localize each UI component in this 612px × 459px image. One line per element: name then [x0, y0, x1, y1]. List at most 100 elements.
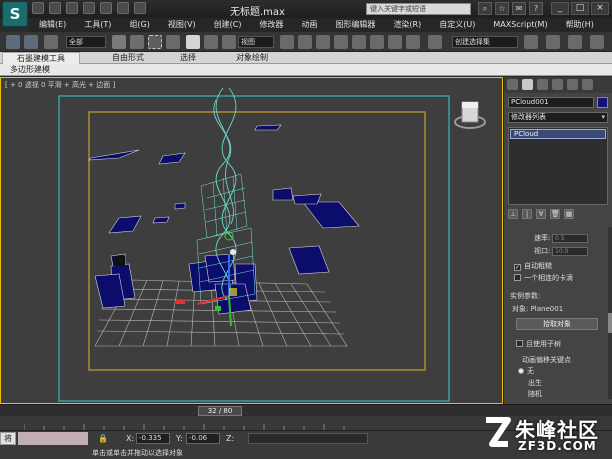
select-manipulate-icon[interactable] — [298, 35, 312, 49]
window-crossing-icon[interactable] — [166, 35, 180, 49]
rect-selection-icon[interactable] — [148, 35, 162, 49]
show-end-result-icon[interactable]: | — [522, 209, 532, 219]
maxscript-mini-listener[interactable] — [18, 432, 88, 445]
search-input[interactable]: 键入关键字或短语 — [366, 3, 471, 15]
link-icon[interactable] — [44, 35, 58, 49]
minimize-button[interactable]: _ — [551, 2, 569, 15]
pick-object-button[interactable]: 拾取对象 — [516, 318, 598, 330]
object-color-swatch[interactable] — [597, 97, 608, 108]
display-tab-icon[interactable] — [567, 79, 578, 90]
create-tab-icon[interactable] — [507, 79, 518, 90]
help-icon[interactable]: ? — [529, 2, 543, 15]
panel-scrollbar-thumb[interactable] — [608, 313, 612, 333]
select-scale-icon[interactable] — [222, 35, 236, 49]
communication-icon[interactable]: ✉ — [512, 2, 526, 15]
perspective-viewport[interactable]: [ + 0 透视 0 平滑 + 高光 + 边面 ] — [0, 77, 503, 404]
use-subtree-check-icon[interactable] — [516, 340, 523, 347]
menu-graph-editors[interactable]: 图形编辑器 — [326, 18, 384, 32]
menu-edit[interactable]: 编辑(E) — [30, 18, 75, 32]
radio-random[interactable]: 随机 — [528, 389, 542, 400]
panel-scrollbar[interactable] — [608, 227, 612, 399]
menu-animation[interactable]: 动画 — [292, 18, 326, 32]
coord-x-field[interactable]: -0.335 — [136, 433, 170, 444]
select-rotate-icon[interactable] — [204, 35, 218, 49]
tab-freeform[interactable]: 自由形式 — [112, 52, 144, 64]
tab-object-paint[interactable]: 对象绘制 — [236, 52, 268, 64]
auto-leaf-check-icon[interactable]: ✓ — [514, 264, 521, 271]
coord-z-field[interactable] — [248, 433, 368, 444]
select-object-icon[interactable] — [112, 35, 126, 49]
pivot-center-icon[interactable] — [280, 35, 294, 49]
menu-customize[interactable]: 自定义(U) — [430, 18, 484, 32]
menu-modifiers[interactable]: 修改器 — [250, 18, 292, 32]
menu-rendering[interactable]: 渲染(R) — [384, 18, 430, 32]
open-file-icon[interactable] — [49, 2, 61, 14]
configure-sets-icon[interactable]: ▦ — [564, 209, 574, 219]
named-selection-dropdown[interactable]: 创建选择集 — [452, 36, 518, 48]
percent-snap-icon[interactable] — [370, 35, 384, 49]
menu-views[interactable]: 视图(V) — [159, 18, 205, 32]
object-name-field[interactable]: PCloud001 — [508, 97, 594, 108]
undo-tool-icon[interactable] — [6, 35, 20, 49]
selection-filter-dropdown[interactable]: 全部 — [66, 36, 106, 48]
make-unique-icon[interactable]: ∀ — [536, 209, 546, 219]
edit-named-selection-icon[interactable] — [428, 35, 442, 49]
utilities-tab-icon[interactable] — [582, 79, 593, 90]
radio-none[interactable]: 无 — [518, 366, 534, 377]
mirror-icon[interactable] — [406, 35, 420, 49]
safe-frame-outer — [58, 95, 450, 402]
param-viewport-spinner[interactable]: 10.0 — [552, 247, 588, 256]
align-icon[interactable] — [524, 35, 538, 49]
coord-y-field[interactable]: -0.06 — [186, 433, 220, 444]
snaps-toggle-icon[interactable] — [334, 35, 348, 49]
menu-create[interactable]: 创建(C) — [205, 18, 251, 32]
use-subtree-checkbox[interactable]: 且使用子树 — [516, 339, 561, 350]
radio-birth[interactable]: 出生 — [528, 378, 542, 389]
modifier-list-dropdown[interactable]: 修改器列表 — [508, 112, 608, 123]
binoculars-icon[interactable]: ⌕ — [478, 2, 492, 15]
auto-leaf-checkbox[interactable]: ✓ 自动粗糙 — [514, 261, 552, 272]
tab-graphite-modeling[interactable]: 石墨建模工具 — [2, 52, 80, 64]
select-move-icon[interactable] — [186, 35, 200, 49]
remove-modifier-icon[interactable]: 🗑 — [550, 209, 560, 219]
angle-snap-icon[interactable] — [352, 35, 366, 49]
viewcube-icon[interactable] — [453, 100, 487, 134]
stack-item-pcloud[interactable]: PCloud — [510, 129, 606, 139]
workspace-icon[interactable] — [134, 2, 146, 14]
menu-help[interactable]: 帮助(H) — [557, 18, 603, 32]
undo-icon[interactable] — [83, 2, 95, 14]
viewport-label[interactable]: [ + 0 透视 0 平滑 + 高光 + 边面 ] — [5, 80, 115, 90]
menu-tools[interactable]: 工具(T) — [75, 18, 120, 32]
render-setup-icon[interactable] — [568, 35, 582, 49]
time-slider-thumb[interactable]: 32 / 80 — [198, 406, 242, 416]
project-folder-icon[interactable] — [117, 2, 129, 14]
new-file-icon[interactable] — [32, 2, 44, 14]
save-file-icon[interactable] — [66, 2, 78, 14]
select-by-name-icon[interactable] — [130, 35, 144, 49]
maximize-button[interactable]: □ — [571, 2, 589, 15]
layer-manager-icon[interactable] — [546, 35, 560, 49]
motion-tab-icon[interactable] — [552, 79, 563, 90]
subscription-icon[interactable]: ☆ — [495, 2, 509, 15]
app-menu-button[interactable]: S — [2, 1, 28, 27]
spinner-snap-icon[interactable] — [388, 35, 402, 49]
one-link-check-icon[interactable] — [514, 274, 521, 281]
pin-stack-icon[interactable]: ⊥ — [508, 209, 518, 219]
tab-selection[interactable]: 选择 — [180, 52, 196, 64]
reference-coordinate-dropdown[interactable]: 视图 — [238, 36, 274, 48]
close-button[interactable]: × — [591, 2, 609, 15]
hierarchy-tab-icon[interactable] — [537, 79, 548, 90]
radio-none-icon[interactable] — [518, 368, 524, 374]
menu-maxscript[interactable]: MAXScript(M) — [484, 18, 556, 32]
menu-group[interactable]: 组(G) — [120, 18, 158, 32]
redo-tool-icon[interactable] — [24, 35, 38, 49]
polygon-modeling-label[interactable]: 多边形建模 — [10, 64, 50, 76]
modify-tab-icon[interactable] — [522, 79, 533, 90]
redo-icon[interactable] — [100, 2, 112, 14]
one-link-checkbox[interactable]: 一个相连的卡滴 — [514, 273, 573, 284]
keyboard-shortcut-icon[interactable] — [316, 35, 330, 49]
render-icon[interactable] — [590, 35, 604, 49]
maxscript-listener-button[interactable]: 将 — [0, 432, 16, 445]
param-rate-spinner[interactable]: 0.5 — [552, 234, 588, 243]
lock-selection-icon[interactable]: 🔒 — [98, 434, 108, 444]
